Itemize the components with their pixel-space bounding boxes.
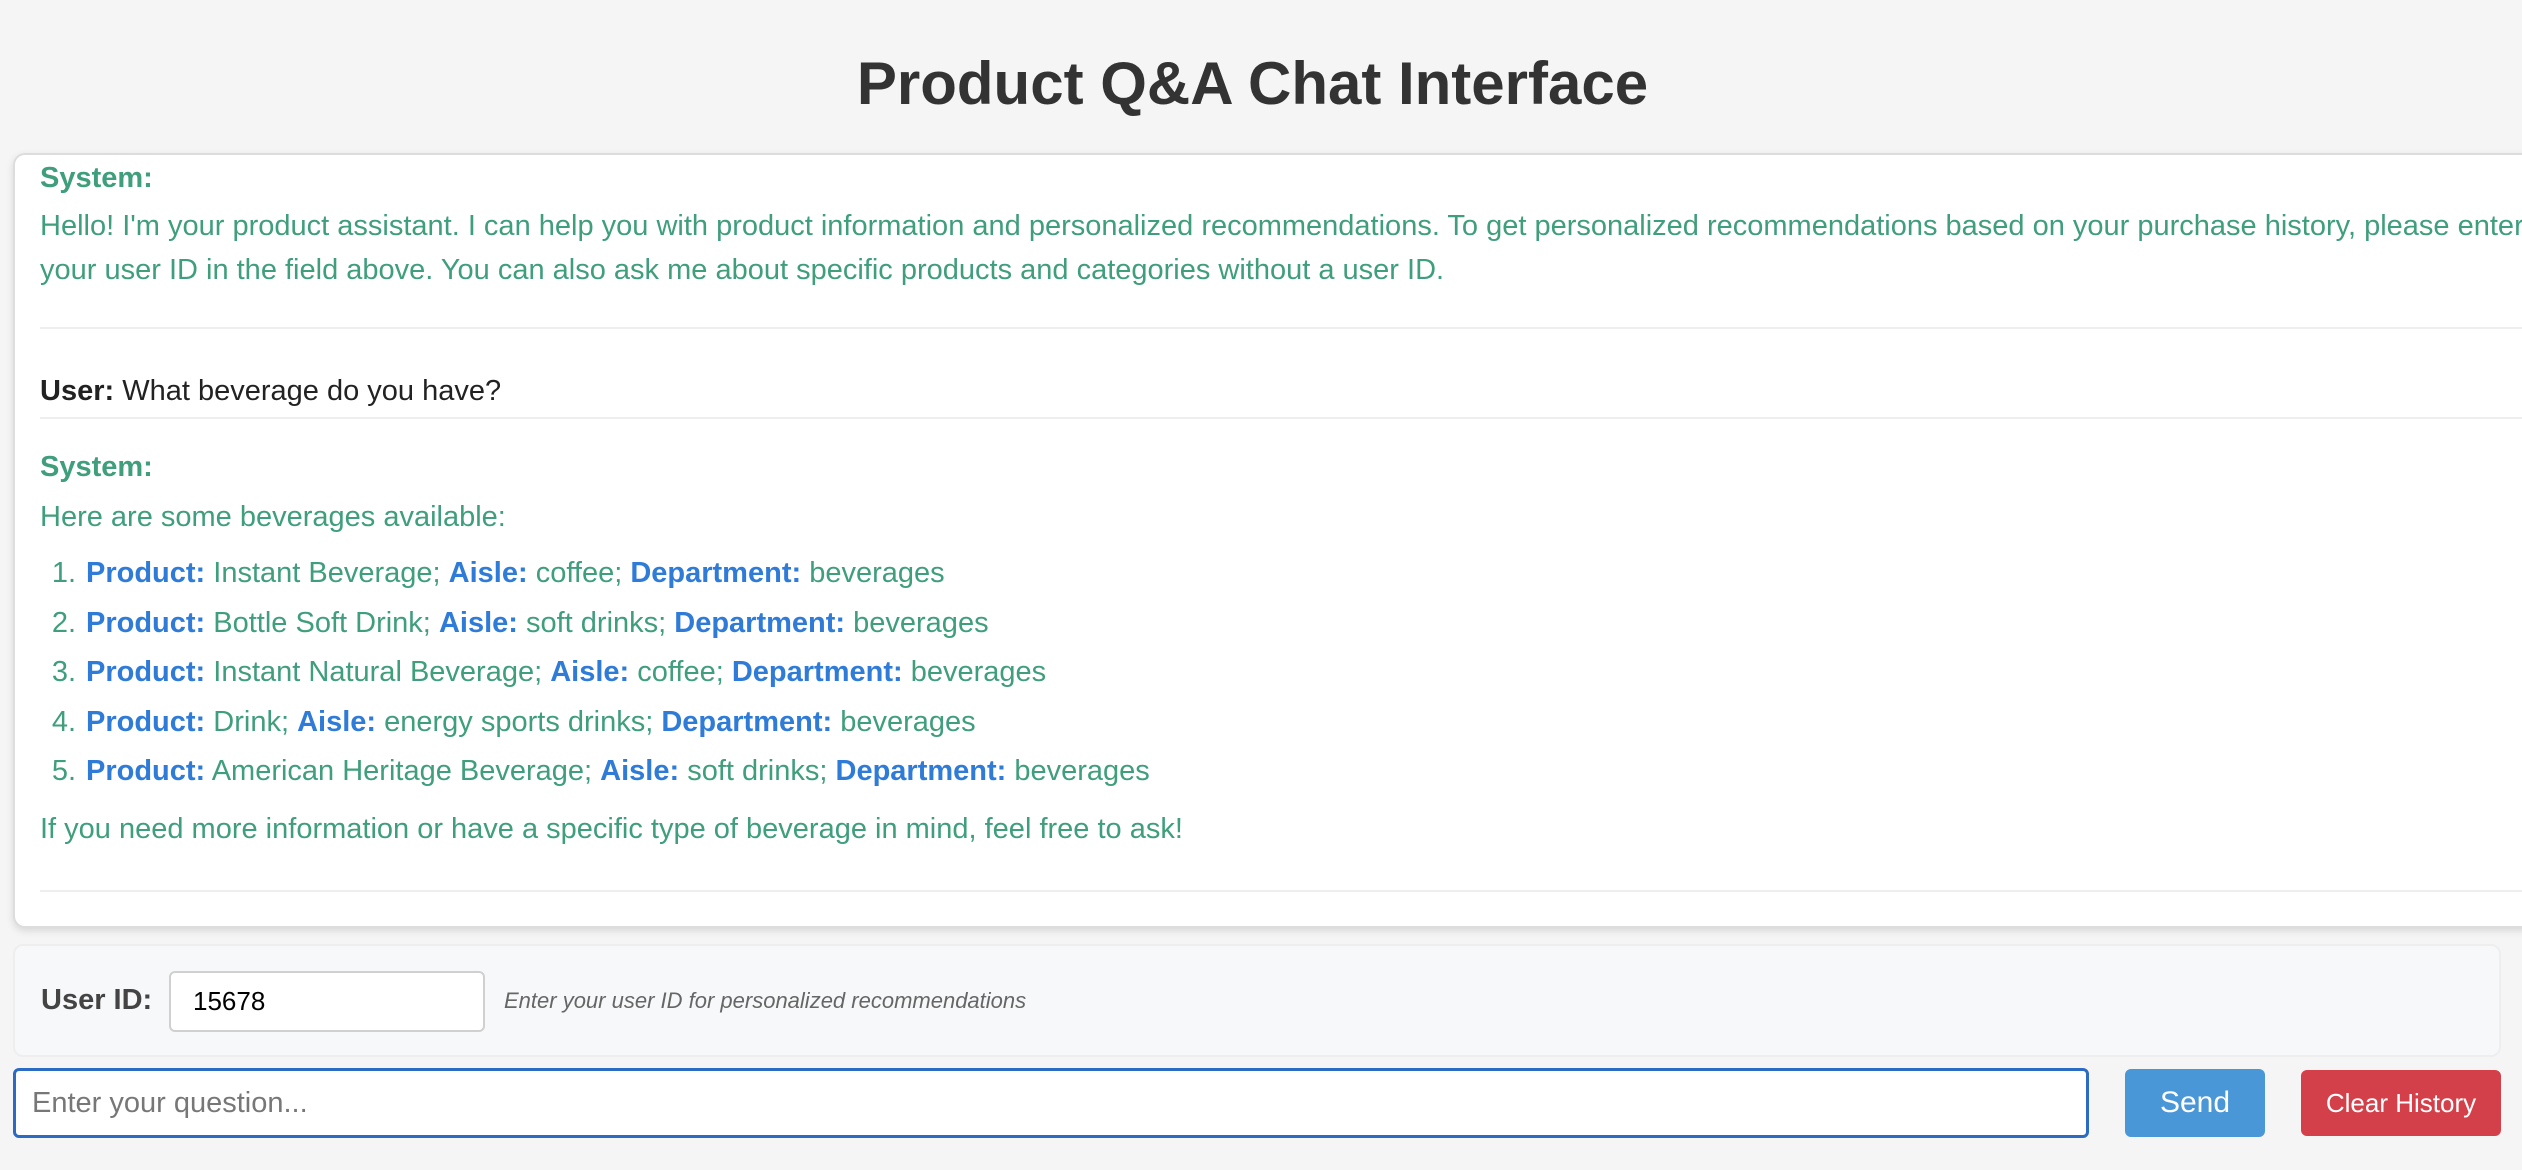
user-message: User: What beverage do you have? [40, 361, 2522, 419]
product-name: American Heritage Beverage; [211, 755, 593, 787]
question-input[interactable] [13, 1068, 2089, 1138]
product-key: Product: [86, 557, 206, 589]
aisle-key: Aisle: [550, 656, 630, 688]
user-label: User: [40, 375, 115, 407]
aisle-key: Aisle: [448, 557, 528, 589]
system-message: System: Here are some beverages availabl… [40, 449, 2522, 926]
system-message-intro: Here are some beverages available: [40, 501, 506, 533]
aisle-value: soft drinks; [687, 755, 828, 787]
product-key: Product: [86, 705, 206, 738]
product-key: Product: [86, 606, 206, 639]
list-number: 5. [51, 755, 76, 787]
product-list: 1. Product: Instant Beverage; Aisle: coff… [40, 549, 2522, 797]
user-id-hint: Enter your user ID for personalized reco… [504, 988, 1027, 1013]
aisle-value: soft drinks; [525, 606, 667, 639]
product-key: Product: [86, 656, 206, 688]
department-key: Department: [661, 705, 833, 738]
message-divider [40, 890, 2522, 892]
product-name: Drink; [213, 705, 290, 738]
department-value: beverages [840, 705, 976, 738]
aisle-value: coffee; [637, 656, 724, 688]
product-name: Bottle Soft Drink; [213, 606, 431, 639]
user-message-line: User: What beverage do you have? [40, 361, 2522, 413]
list-number: 1. [51, 557, 76, 589]
aisle-value: energy sports drinks; [384, 705, 654, 738]
user-id-input[interactable] [169, 971, 485, 1032]
product-list-item: 1. Product: Instant Beverage; Aisle: coff… [40, 549, 2522, 599]
product-key: Product: [86, 755, 206, 787]
department-value: beverages [809, 557, 945, 589]
user-id-panel: User ID: Enter your user ID for personal… [13, 944, 2501, 1057]
user-message-text: What beverage do you have? [122, 375, 502, 407]
user-id-label: User ID: [41, 984, 153, 1016]
chat-history[interactable]: System: Hello! I'm your product assistan… [13, 153, 2522, 928]
department-value: beverages [853, 606, 989, 639]
aisle-key: Aisle: [438, 606, 518, 639]
product-list-item: 2. Product: Bottle Soft Drink; Aisle: sof… [40, 599, 2522, 649]
aisle-value: coffee; [535, 557, 623, 589]
product-name: Instant Beverage; [213, 557, 441, 589]
product-name: Instant Natural Beverage; [213, 656, 543, 688]
list-number: 2. [51, 606, 76, 639]
department-value: beverages [910, 656, 1047, 688]
product-list-item: 4. Product: Drink; Aisle: energy sports d… [40, 698, 2522, 748]
product-list-item: 3. Product: Instant Natural Beverage; Ais… [40, 648, 2522, 698]
page-title: Product Q&A Chat Interface [856, 50, 1649, 117]
system-message-outro: If you need more information or have a s… [40, 812, 1183, 845]
department-key: Department: [835, 755, 1007, 787]
department-value: beverages [1014, 755, 1150, 787]
send-button[interactable]: Send [2125, 1069, 2265, 1137]
list-number: 3. [51, 656, 76, 688]
list-number: 4. [51, 705, 76, 738]
department-key: Department: [674, 606, 846, 639]
aisle-key: Aisle: [297, 705, 377, 738]
clear-history-button[interactable]: Clear History [2301, 1070, 2501, 1136]
department-key: Department: [731, 656, 903, 688]
aisle-key: Aisle: [600, 755, 680, 787]
system-label: System: [40, 451, 153, 483]
department-key: Department: [630, 557, 802, 589]
system-label: System: [40, 162, 153, 194]
product-list-item: 5. Product: American Heritage Beverage; A… [40, 747, 2522, 797]
system-message: System: Hello! I'm your product assistan… [40, 160, 2522, 329]
system-message-text: Hello! I'm your product assistant. I can… [40, 210, 2522, 286]
